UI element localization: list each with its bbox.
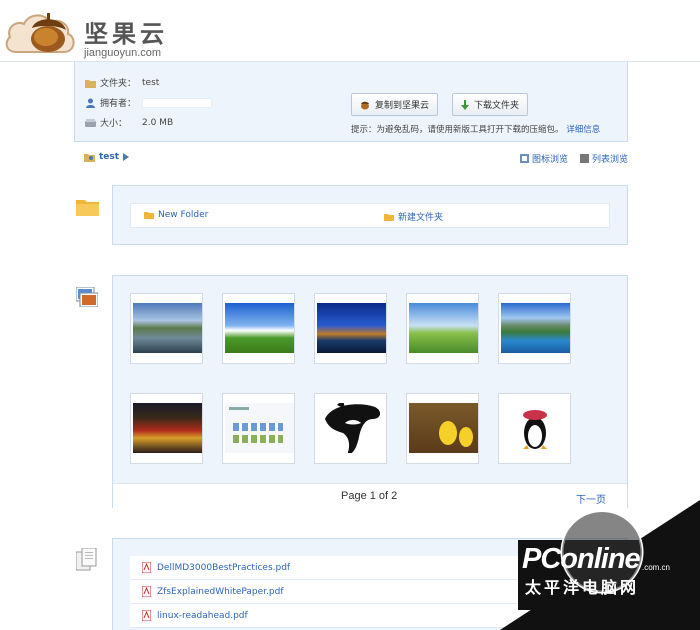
- watermark-brand: PConline: [522, 543, 641, 575]
- duck-cartoon-picture: [409, 403, 478, 453]
- encoding-hint: 提示：为避免乱码，请使用新版工具打开下载的压缩包。 详细信息: [351, 123, 600, 135]
- pictures-panel: Page 1 of 2 下一页: [112, 275, 628, 508]
- shared-folder-icon: [84, 154, 95, 162]
- list-view-label: 列表浏览: [591, 155, 628, 165]
- document-name: linux-readahead.pdf: [157, 610, 248, 621]
- penguin-icon: [523, 410, 547, 449]
- folder-icon: [384, 213, 394, 221]
- owner-value: [142, 97, 212, 108]
- jianguoyun-logo[interactable]: 坚果云 jianguoyun.com: [4, 6, 184, 59]
- image-thumbnail[interactable]: [314, 293, 387, 364]
- folder-icon: [85, 79, 96, 88]
- size-value: 2.0 MB: [142, 117, 174, 128]
- owner-row: 拥有者：: [85, 96, 212, 109]
- folder-item[interactable]: New Folder: [144, 210, 208, 220]
- folder-item[interactable]: 新建文件夹: [384, 210, 443, 223]
- download-folder-button[interactable]: 下载文件夹: [452, 93, 529, 116]
- folder-info-panel: 文件夹： test 拥有者： 大小： 2.0 MB 复制到坚果云 下载文件夹 提…: [74, 62, 628, 142]
- folders-section-icon: [76, 200, 99, 216]
- icon-view-label: 图标浏览: [531, 155, 568, 165]
- copy-button-label: 复制到坚果云: [375, 101, 430, 111]
- image-thumbnail[interactable]: [406, 393, 479, 464]
- folder-name-row: 文件夹： test: [85, 76, 159, 89]
- pictures-section-icon: [76, 287, 98, 307]
- image-thumbnail[interactable]: [222, 393, 295, 464]
- view-toggle: 图标浏览 列表浏览: [519, 152, 628, 165]
- folder-item-label: New Folder: [158, 210, 209, 220]
- list-view-toggle[interactable]: 列表浏览: [579, 152, 628, 165]
- folder-icon: [144, 212, 154, 219]
- folders-panel: New Folder 新建文件夹: [112, 185, 628, 245]
- user-icon: [86, 98, 95, 108]
- breadcrumb: test: [84, 152, 130, 162]
- orca-drawing: [317, 403, 386, 453]
- image-thumbnail[interactable]: [406, 293, 479, 364]
- alpine-lake-photo: [501, 303, 570, 353]
- watermark-chinese: 太平洋电脑网: [525, 578, 640, 597]
- tux-penguin-picture: [501, 403, 570, 453]
- acorn-cloud-icon: [5, 13, 75, 53]
- folder-label: 文件夹：: [100, 79, 137, 89]
- details-link[interactable]: 详细信息: [566, 125, 600, 135]
- folder-list: New Folder 新建文件夹: [130, 203, 610, 228]
- page-indicator: Page 1 of 2: [341, 490, 398, 502]
- hint-text: 提示：为避免乱码，请使用新版工具打开下载的压缩包。: [351, 125, 564, 135]
- shared-folder-page: 坚果云 jianguoyun.com 文件夹： test 拥有者： 大小： 2.…: [0, 0, 700, 630]
- pdf-icon: [142, 562, 151, 573]
- size-row: 大小： 2.0 MB: [85, 116, 173, 129]
- image-thumbnail[interactable]: [130, 293, 203, 364]
- size-label: 大小：: [100, 119, 128, 129]
- logo-subtitle: jianguoyun.com: [84, 47, 162, 59]
- pdf-icon: [142, 610, 151, 621]
- city-skyline-photo: [225, 303, 294, 353]
- owner-label: 拥有者：: [100, 99, 137, 109]
- mountain-lake-photo: [133, 303, 202, 353]
- image-thumbnail[interactable]: [498, 293, 571, 364]
- folder-item-label: 新建文件夹: [398, 213, 444, 223]
- list-icon: [579, 154, 589, 163]
- drive-icon: [85, 118, 96, 127]
- download-button-label: 下载文件夹: [474, 101, 520, 111]
- watermark-url: .com.cn: [642, 563, 671, 572]
- image-thumbnail[interactable]: [498, 393, 571, 464]
- game-characters-picture: [133, 403, 202, 453]
- temple-sea-photo: [317, 303, 386, 353]
- image-thumbnail[interactable]: [222, 293, 295, 364]
- pdf-icon: [142, 586, 151, 597]
- grid-icon: [519, 154, 529, 163]
- icon-view-toggle[interactable]: 图标浏览: [519, 152, 568, 165]
- green-hills-photo: [409, 303, 478, 353]
- document-name: ZfsExplainedWhitePaper.pdf: [157, 586, 284, 597]
- image-thumbnail[interactable]: [314, 393, 387, 464]
- website-screenshot-picture: [225, 403, 294, 453]
- image-thumbnail[interactable]: [130, 393, 203, 464]
- download-arrow-icon: [461, 99, 469, 110]
- logo-text: 坚果云: [84, 20, 168, 48]
- document-name: DellMD3000BestPractices.pdf: [157, 562, 291, 573]
- folder-value: test: [142, 77, 160, 88]
- orca-icon: [325, 403, 380, 453]
- chevron-right-icon[interactable]: [123, 153, 130, 161]
- acorn-icon: [361, 101, 369, 109]
- documents-section-icon: [76, 548, 97, 571]
- breadcrumb-current[interactable]: test: [99, 152, 119, 162]
- copy-to-jianguoyun-button[interactable]: 复制到坚果云: [351, 93, 439, 116]
